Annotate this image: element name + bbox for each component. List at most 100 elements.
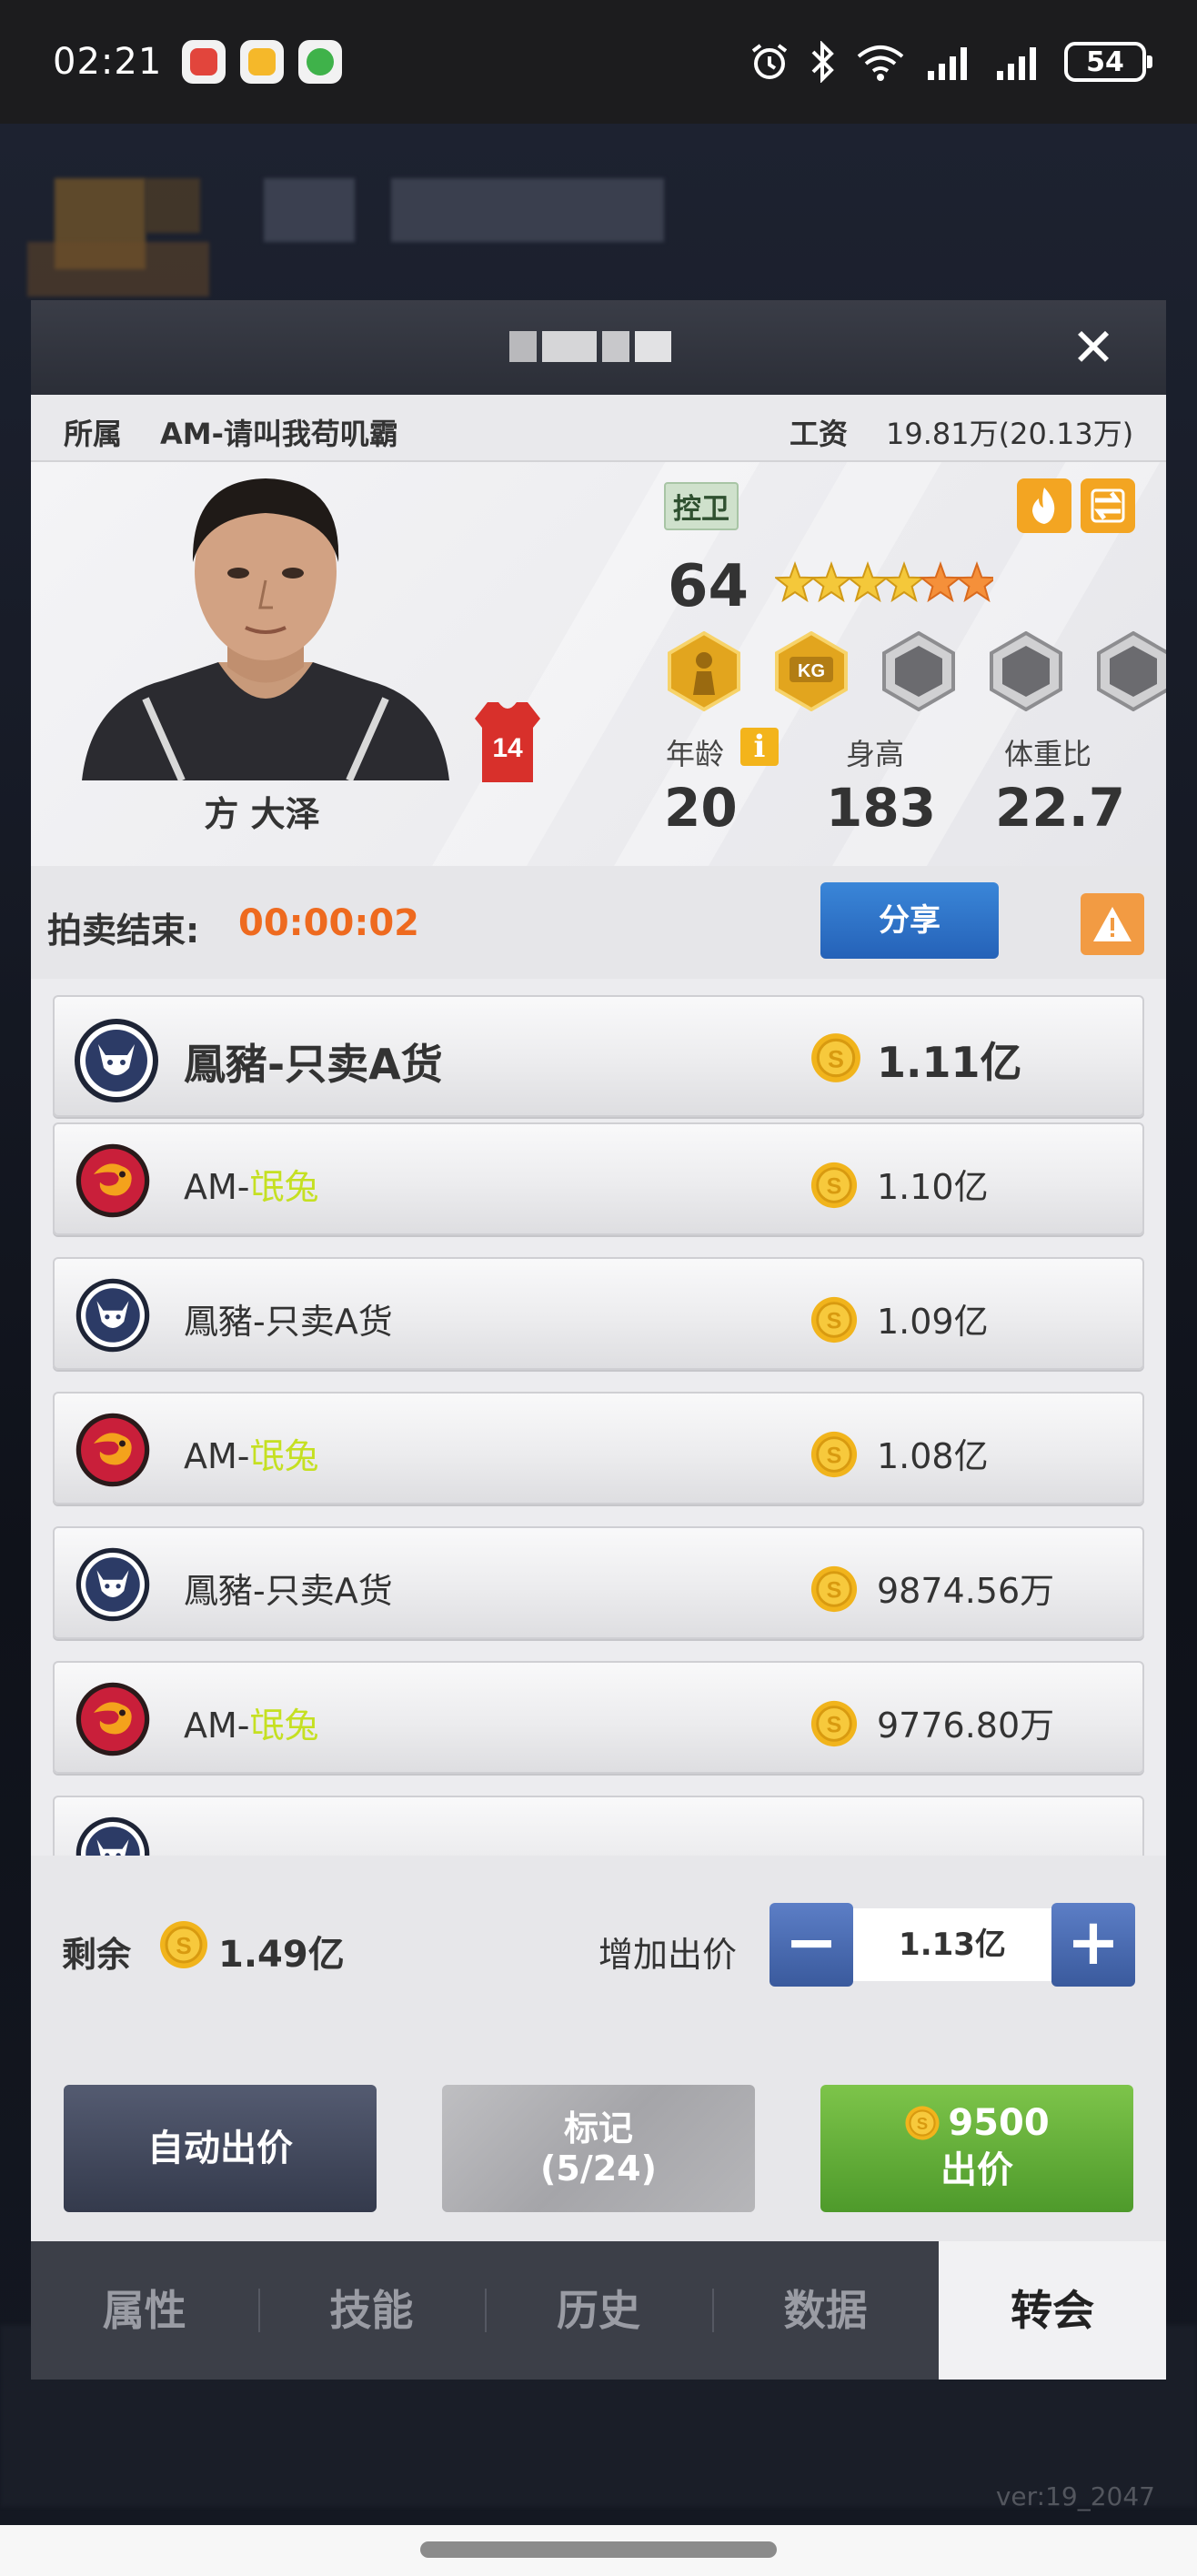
- star-icon: [955, 561, 993, 603]
- auto-bid-button[interactable]: 自动出价: [64, 2085, 377, 2212]
- svg-text:KG: KG: [798, 661, 825, 681]
- bid-team-highlight: 氓兔: [249, 1167, 319, 1207]
- bid-team-prefix: 鳳豬-只卖A货: [184, 1302, 393, 1342]
- coin-icon: S: [810, 1296, 858, 1343]
- star-icon: [846, 561, 890, 603]
- coin-icon: S: [905, 2106, 940, 2140]
- bid-team-prefix: AM-: [184, 1706, 250, 1746]
- position-badge: 控卫: [664, 482, 739, 530]
- team-label: 所属: [64, 417, 123, 451]
- bid-row[interactable]: AM-氓兔 S 1.08亿: [53, 1392, 1144, 1504]
- increase-bid-button[interactable]: +: [1051, 1903, 1135, 1987]
- bid-controls: 剩余 S 1.49亿 增加出价 − 1.13亿 + 自动出价 标记 (5/24)…: [31, 1856, 1166, 2250]
- bid-amount: 1.09亿: [877, 1302, 989, 1342]
- pig-team-logo-icon: [75, 1278, 150, 1353]
- coin-icon: S: [810, 1565, 858, 1613]
- height-value: 183: [826, 777, 937, 839]
- star-icon: [882, 561, 926, 603]
- swap-icon[interactable]: [1081, 478, 1135, 533]
- player-card: 方 大泽 14 控卫 64 KG 年龄 i 身高 体重比 20 183 22.7: [31, 462, 1166, 866]
- navigation-bar: [0, 2525, 1197, 2576]
- svg-text:S: S: [827, 1444, 842, 1469]
- bid-team-highlight: 氓兔: [249, 1436, 319, 1476]
- bid-row[interactable]: 鳳豬-只卖A货 S 1.11亿: [53, 995, 1144, 1117]
- bid-team-prefix: 鳳豬-只卖A货: [184, 1571, 393, 1611]
- tab-attributes[interactable]: 属性: [31, 2241, 258, 2380]
- svg-text:S: S: [917, 2114, 928, 2133]
- bid-amount: 1.08亿: [877, 1436, 989, 1476]
- player-portrait[interactable]: [82, 471, 449, 780]
- bid-label: 出价: [940, 2149, 1013, 2191]
- locked-badge-icon[interactable]: [986, 631, 1066, 711]
- alarm-icon: [751, 44, 788, 79]
- dragon-team-logo-icon: [75, 1143, 150, 1218]
- player-auction-dialog: ✕ 所属 AM-请叫我苟叽霸 工资 19.81万(20.13万) 方 大泽 14…: [31, 300, 1166, 2380]
- player-badge-icon[interactable]: [664, 631, 744, 711]
- notification-icons: [182, 40, 343, 84]
- weight-ratio-value: 22.7: [995, 777, 1126, 839]
- kg-badge-icon[interactable]: KG: [771, 631, 851, 711]
- salary-value: 19.81万(20.13万): [886, 417, 1134, 451]
- warning-icon: [1093, 907, 1132, 941]
- remaining-label: 剩余: [62, 1935, 132, 1975]
- height-label: 身高: [846, 737, 905, 771]
- jersey-number: 14: [492, 733, 523, 763]
- bid-stepper: − 1.13亿 +: [770, 1903, 1135, 1988]
- remaining-value: 1.49亿: [218, 1934, 345, 1976]
- svg-text:S: S: [176, 1932, 191, 1959]
- bid-team-highlight: 氓兔: [249, 1706, 319, 1746]
- age-info-icon[interactable]: i: [740, 728, 779, 766]
- green-message-icon: [298, 40, 343, 84]
- star-rating: [775, 561, 993, 603]
- auction-timer: 00:00:02: [238, 902, 419, 944]
- tab-transfer[interactable]: 转会: [939, 2241, 1166, 2380]
- tab-history[interactable]: 历史: [485, 2241, 712, 2380]
- locked-badge-icon[interactable]: [879, 631, 959, 711]
- dragon-team-logo-icon: [75, 1682, 150, 1756]
- star-icon: [919, 561, 962, 603]
- overall-rating: 64: [668, 553, 749, 620]
- pig-team-logo-icon: [75, 1547, 150, 1622]
- place-bid-button[interactable]: S 9500 出价: [820, 2085, 1133, 2212]
- tab-data[interactable]: 数据: [711, 2241, 940, 2380]
- star-icon: [810, 561, 853, 603]
- svg-text:S: S: [827, 1578, 842, 1604]
- age-value: 20: [664, 777, 738, 839]
- decrease-bid-button[interactable]: −: [770, 1903, 853, 1987]
- bid-team-name: AM-氓兔: [184, 1428, 319, 1478]
- close-button[interactable]: ✕: [1066, 320, 1121, 375]
- report-button[interactable]: [1081, 893, 1144, 955]
- badge-row: KG: [664, 631, 1166, 711]
- coin-icon: S: [811, 1033, 860, 1082]
- battery-indicator: 54: [1064, 42, 1152, 82]
- wifi-icon: [857, 45, 904, 81]
- bid-amount-field[interactable]: 1.13亿: [853, 1908, 1051, 1981]
- add-bid-label: 增加出价: [598, 1935, 738, 1975]
- fire-icon[interactable]: [1017, 478, 1071, 533]
- status-time: 02:21: [53, 41, 163, 83]
- bid-team-name: AM-氓兔: [184, 1159, 319, 1209]
- bid-team-name: 鳳豬-只卖A货: [184, 1031, 443, 1092]
- dragon-team-logo-icon: [75, 1413, 150, 1487]
- bid-row[interactable]: [53, 1796, 1144, 1856]
- home-gesture-handle[interactable]: [420, 2541, 777, 2558]
- yellow-mail-icon: [240, 40, 285, 84]
- bid-row[interactable]: 鳳豬-只卖A货 S 9874.56万: [53, 1526, 1144, 1639]
- player-name: 方 大泽: [204, 794, 320, 834]
- bid-team-prefix: 鳳豬-只卖A货: [184, 1040, 443, 1089]
- bid-row[interactable]: 鳳豬-只卖A货 S 1.09亿: [53, 1257, 1144, 1370]
- bid-history-list[interactable]: 鳳豬-只卖A货 S 1.11亿 AM-氓兔 S 1.10亿 鳳豬-只卖A货 S 1.09亿 AM-…: [31, 979, 1166, 1856]
- coin-icon: S: [160, 1921, 207, 1968]
- coin-icon: S: [810, 1700, 858, 1747]
- age-label: 年龄: [666, 737, 725, 771]
- tab-skills[interactable]: 技能: [257, 2241, 486, 2380]
- share-button[interactable]: 分享: [820, 882, 999, 959]
- bid-row[interactable]: AM-氓兔 S 1.10亿: [53, 1122, 1144, 1235]
- team-value: AM-请叫我苟叽霸: [160, 417, 398, 451]
- bid-amount: 9874.56万: [877, 1571, 1055, 1611]
- mark-button[interactable]: 标记 (5/24): [442, 2085, 755, 2212]
- signal-icon: [928, 47, 967, 80]
- bid-row[interactable]: AM-氓兔 S 9776.80万: [53, 1661, 1144, 1774]
- svg-text:S: S: [827, 1713, 842, 1738]
- locked-badge-icon[interactable]: [1093, 631, 1166, 711]
